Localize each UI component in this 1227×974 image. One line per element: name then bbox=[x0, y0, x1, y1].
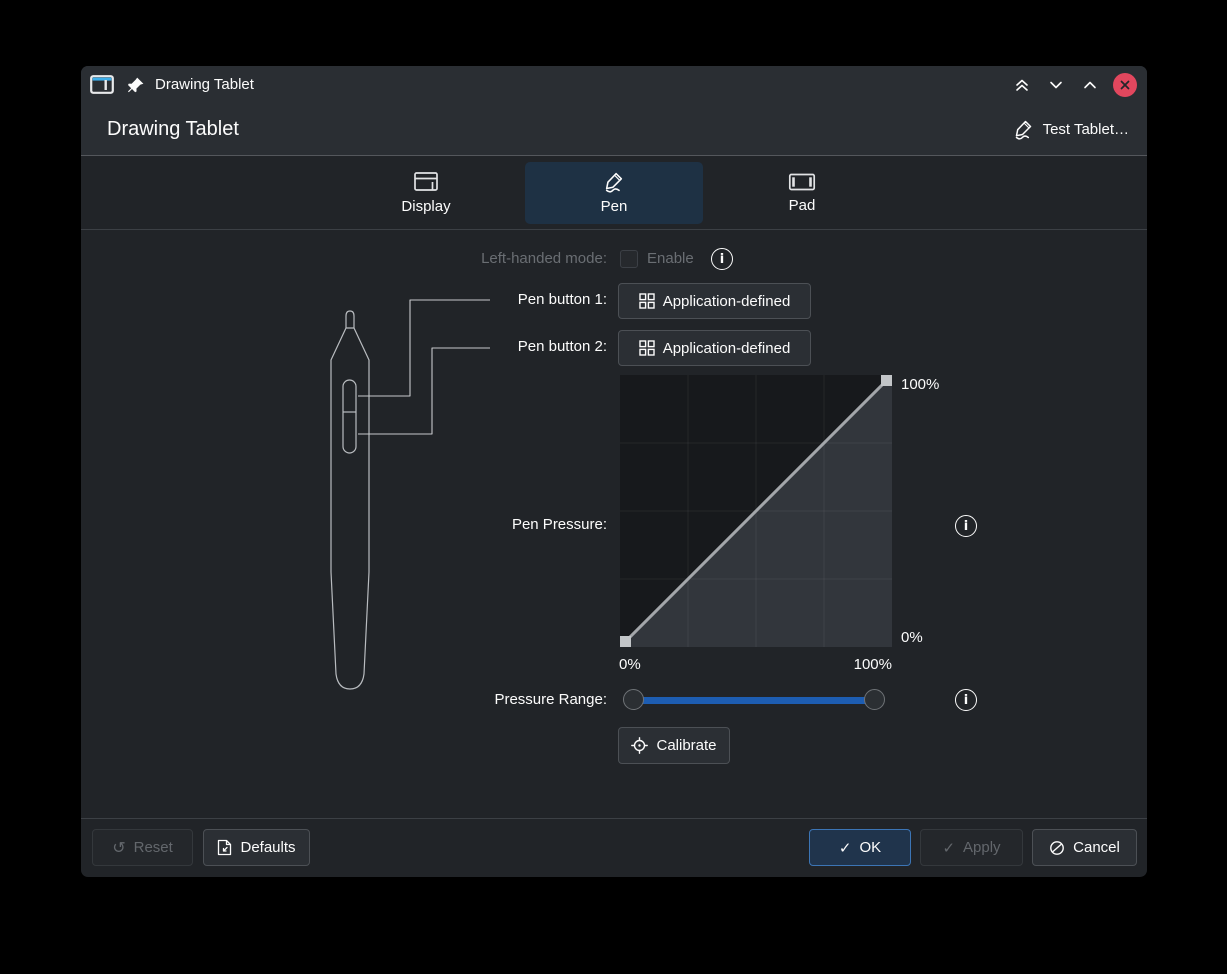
defaults-button[interactable]: Defaults bbox=[203, 829, 310, 866]
close-icon bbox=[1119, 79, 1131, 91]
chevron-up-icon bbox=[1082, 77, 1098, 93]
application-grid-icon bbox=[639, 293, 655, 309]
tab-display-label: Display bbox=[401, 198, 450, 215]
check-icon: ✓ bbox=[942, 839, 955, 857]
pen-button-1-action[interactable]: Application-defined bbox=[618, 283, 811, 319]
cancel-icon bbox=[1049, 840, 1065, 856]
pen-button-1-value: Application-defined bbox=[663, 293, 791, 310]
display-icon bbox=[413, 171, 439, 193]
curve-y-min-label: 0% bbox=[901, 629, 923, 646]
reset-button: ↺ Reset bbox=[92, 829, 193, 866]
defaults-document-icon bbox=[217, 839, 232, 856]
enable-label: Enable bbox=[647, 250, 694, 267]
double-chevron-up-icon bbox=[1014, 77, 1030, 93]
crosshair-icon bbox=[631, 737, 648, 754]
application-grid-icon bbox=[639, 340, 655, 356]
pen-button-2-label: Pen button 2: bbox=[377, 338, 607, 356]
drawing-tablet-dialog: Drawing Tablet bbox=[81, 66, 1147, 877]
titlebar[interactable]: Drawing Tablet bbox=[81, 66, 1147, 103]
defaults-label: Defaults bbox=[240, 839, 295, 856]
maximize-button[interactable] bbox=[1079, 74, 1101, 96]
tab-pen[interactable]: Pen bbox=[525, 162, 703, 224]
pen-button-1-label: Pen button 1: bbox=[377, 291, 607, 309]
ok-button[interactable]: ✓ OK bbox=[809, 829, 911, 866]
curve-x-min-label: 0% bbox=[619, 656, 641, 673]
pin-icon bbox=[127, 76, 145, 94]
curve-handle-max[interactable] bbox=[881, 375, 892, 386]
pressure-range-label: Pressure Range: bbox=[377, 691, 607, 709]
reset-icon: ↺ bbox=[112, 838, 125, 857]
chevron-down-icon bbox=[1048, 77, 1064, 93]
test-tablet-button[interactable]: Test Tablet… bbox=[1013, 119, 1129, 140]
pen-icon bbox=[603, 171, 625, 193]
slider-handle-min[interactable] bbox=[623, 689, 644, 710]
pen-pressure-info-icon[interactable]: i bbox=[955, 515, 977, 537]
minimize-button[interactable] bbox=[1045, 74, 1067, 96]
slider-track[interactable] bbox=[631, 697, 877, 704]
curve-x-max-label: 100% bbox=[831, 656, 892, 673]
tab-pad-label: Pad bbox=[789, 197, 816, 214]
left-handed-mode-label: Left-handed mode: bbox=[377, 250, 607, 268]
check-icon: ✓ bbox=[839, 839, 852, 857]
pen-draw-icon bbox=[1013, 119, 1034, 140]
close-button[interactable] bbox=[1113, 73, 1137, 97]
pen-pressure-label: Pen Pressure: bbox=[377, 516, 607, 534]
footer-separator bbox=[81, 818, 1147, 819]
apply-button: ✓ Apply bbox=[920, 829, 1023, 866]
calibrate-button[interactable]: Calibrate bbox=[618, 727, 730, 764]
left-handed-checkbox[interactable] bbox=[620, 250, 638, 268]
tab-pad[interactable]: Pad bbox=[713, 162, 891, 224]
keep-above-button[interactable] bbox=[1011, 74, 1033, 96]
pressure-range-info-icon[interactable]: i bbox=[955, 689, 977, 711]
ok-label: OK bbox=[859, 839, 881, 856]
page-header: Drawing Tablet Test Tablet… bbox=[81, 103, 1147, 156]
cancel-label: Cancel bbox=[1073, 839, 1120, 856]
left-handed-info-icon[interactable]: i bbox=[711, 248, 733, 270]
window-title: Drawing Tablet bbox=[155, 76, 254, 93]
curve-handle-min[interactable] bbox=[620, 636, 631, 647]
desktop-background: Drawing Tablet bbox=[0, 0, 1227, 974]
tab-display[interactable]: Display bbox=[337, 162, 515, 224]
slider-handle-max[interactable] bbox=[864, 689, 885, 710]
app-icon bbox=[90, 75, 114, 94]
apply-label: Apply bbox=[963, 839, 1001, 856]
pen-button-2-action[interactable]: Application-defined bbox=[618, 330, 811, 366]
cancel-button[interactable]: Cancel bbox=[1032, 829, 1137, 866]
calibrate-label: Calibrate bbox=[656, 737, 716, 754]
pressure-curve[interactable] bbox=[620, 375, 892, 647]
test-tablet-label: Test Tablet… bbox=[1043, 121, 1129, 138]
tab-bar: Display Pen Pad bbox=[81, 157, 1147, 230]
pen-button-2-value: Application-defined bbox=[663, 340, 791, 357]
curve-y-max-label: 100% bbox=[901, 376, 939, 393]
reset-label: Reset bbox=[134, 839, 173, 856]
page-title: Drawing Tablet bbox=[107, 118, 239, 141]
tab-pen-label: Pen bbox=[601, 198, 628, 215]
pad-icon bbox=[788, 172, 816, 192]
pressure-range-slider[interactable] bbox=[623, 689, 885, 712]
